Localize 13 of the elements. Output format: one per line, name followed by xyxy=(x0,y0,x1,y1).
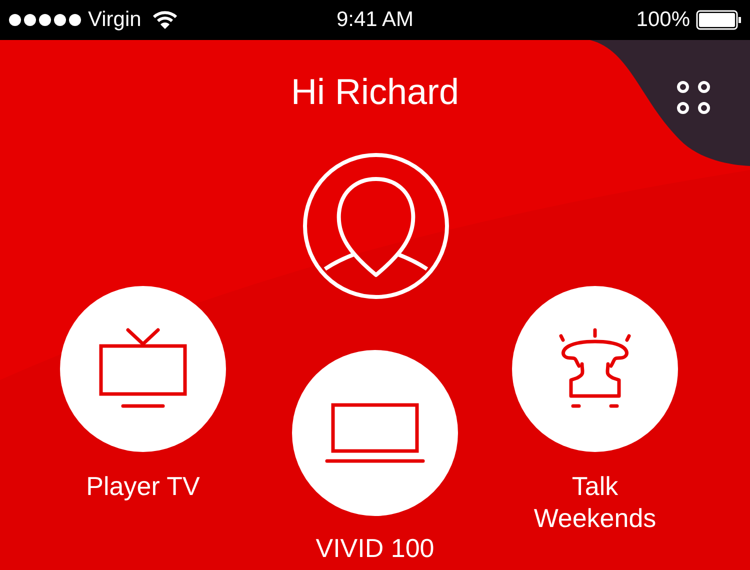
service-label: VIVID 100 xyxy=(316,532,434,564)
profile-avatar-button[interactable] xyxy=(303,153,449,299)
clock-time: 9:41 AM xyxy=(336,7,414,34)
carrier-name: Virgin xyxy=(88,7,142,34)
wifi-icon xyxy=(153,11,178,29)
greeting-title: Hi Richard xyxy=(290,70,460,114)
battery-percentage: 100% xyxy=(636,7,690,34)
signal-icon xyxy=(8,13,84,27)
grid-menu-icon xyxy=(677,81,711,115)
service-label: Player TV xyxy=(86,470,200,502)
laptop-icon xyxy=(325,401,425,465)
battery-icon xyxy=(696,10,742,30)
service-label: Talk Weekends xyxy=(532,470,658,534)
